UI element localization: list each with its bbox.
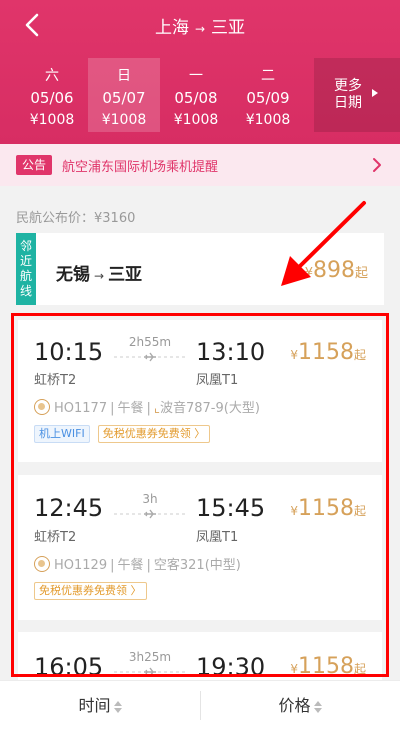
date-item-0509[interactable]: 二 05/09 ¥1008 (232, 58, 304, 132)
notice-badge: 公告 (16, 155, 52, 175)
nearby-price-value: 898 (312, 258, 355, 283)
chevron-right-icon (373, 158, 381, 172)
date-strip: 六 05/06 ¥1008 日 05/07 ¥1008 一 05/08 ¥100… (16, 58, 304, 132)
sort-price-label: 价格 (278, 696, 311, 715)
date-value: 05/08 (174, 89, 218, 107)
nearby-to: 三亚 (108, 265, 143, 285)
nearby-from: 无锡 (56, 265, 90, 285)
more-dates-line1: 更多 (334, 78, 362, 94)
notice-bar[interactable]: 公告 航空浦东国际机场乘机提醒 (0, 144, 400, 186)
header: 上海 → 三亚 六 05/06 ¥1008 日 05/07 ¥1008 一 05/0… (0, 0, 400, 144)
date-value: 05/07 (102, 89, 146, 107)
currency-symbol: ¥ (304, 266, 313, 281)
nearby-arrow: → (94, 269, 105, 283)
price-suffix: 起 (354, 266, 368, 281)
date-item-0507-selected[interactable]: 日 05/07 ¥1008 (88, 58, 160, 132)
highlight-box (11, 313, 389, 677)
nearby-tag-text: 邻近航线 (20, 239, 33, 298)
date-value: 05/06 (30, 89, 74, 107)
caret-right-icon (372, 89, 378, 97)
nearby-route-title: 无锡 → 三亚 (56, 260, 142, 285)
nearby-route-card[interactable]: 邻近航线 无锡 → 三亚 ¥898起 (16, 233, 384, 305)
date-price: ¥1008 (101, 112, 147, 128)
date-weekday: 六 (45, 68, 59, 84)
sort-arrows-icon (113, 700, 122, 713)
route-title: 上海 → 三亚 (0, 13, 400, 38)
date-weekday: 一 (189, 68, 203, 84)
date-item-0508[interactable]: 一 05/08 ¥1008 (160, 58, 232, 132)
route-from: 上海 (154, 18, 189, 38)
route-to: 三亚 (211, 18, 246, 38)
nearby-route-tag: 邻近航线 (16, 233, 36, 305)
date-price: ¥1008 (173, 112, 219, 128)
date-item-0506[interactable]: 六 05/06 ¥1008 (16, 58, 88, 132)
top-bar: 上海 → 三亚 (0, 0, 400, 50)
date-weekday: 日 (117, 68, 131, 84)
date-price: ¥1008 (245, 112, 291, 128)
nearby-price: ¥898起 (305, 258, 368, 283)
sort-time-label: 时间 (78, 696, 111, 715)
sort-arrows-icon (313, 700, 322, 713)
sort-by-price-button[interactable]: 价格 (200, 681, 400, 729)
sort-by-time-button[interactable]: 时间 (0, 681, 200, 729)
notice-text: 航空浦东国际机场乘机提醒 (62, 160, 219, 175)
date-weekday: 二 (261, 68, 275, 84)
date-value: 05/09 (246, 89, 290, 107)
route-arrow: → (194, 22, 206, 36)
sort-bar: 时间 价格 (0, 680, 400, 729)
more-dates-button[interactable]: 更多 日期 (314, 58, 400, 132)
date-price: ¥1008 (29, 112, 75, 128)
more-dates-line2: 日期 (334, 95, 362, 111)
official-price: 民航公布价：¥3160 (16, 211, 136, 226)
